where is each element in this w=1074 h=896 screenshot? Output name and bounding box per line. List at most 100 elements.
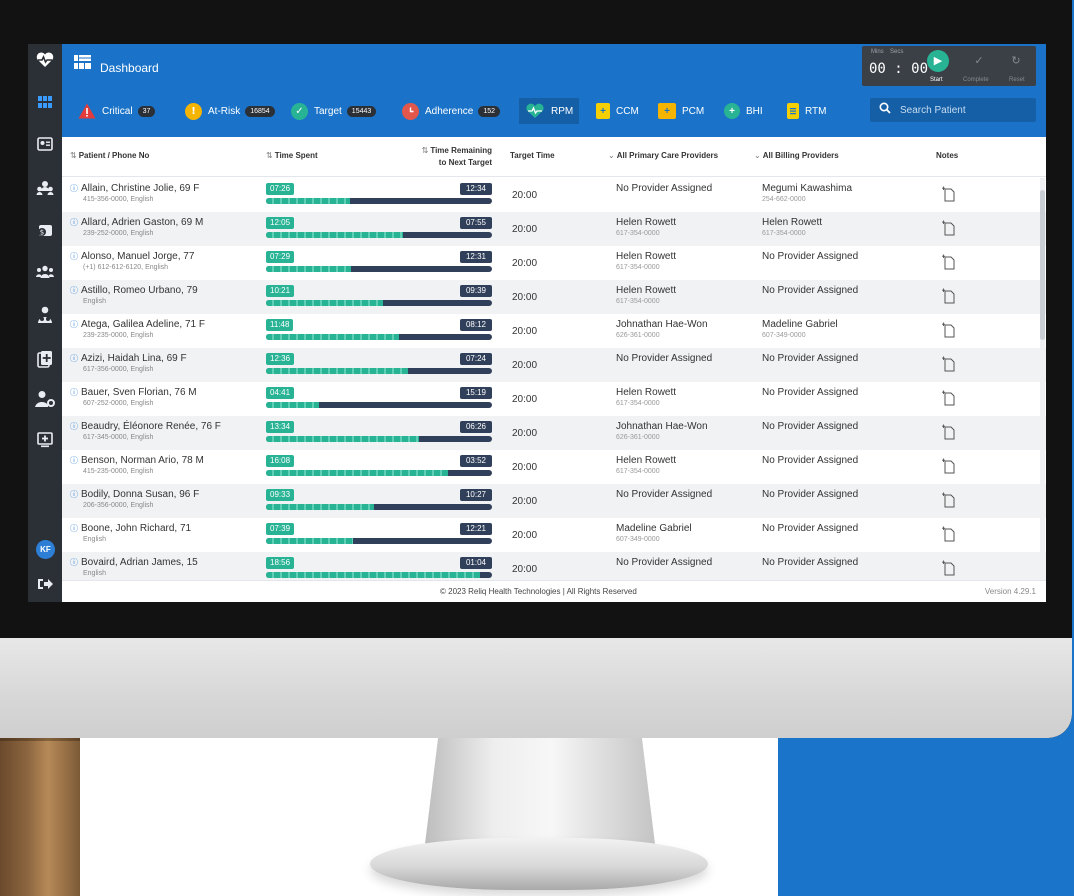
patient-name[interactable]: ⓘ Benson, Norman Ario, 78 M bbox=[70, 455, 204, 466]
info-icon[interactable]: ⓘ bbox=[70, 354, 78, 363]
info-icon[interactable]: ⓘ bbox=[70, 422, 78, 431]
user-avatar[interactable]: KF bbox=[36, 540, 55, 559]
add-note-icon[interactable] bbox=[942, 424, 955, 440]
add-note-icon[interactable] bbox=[942, 288, 955, 304]
add-note-icon[interactable] bbox=[942, 356, 955, 372]
patient-name[interactable]: ⓘ Alonso, Manuel Jorge, 77 bbox=[70, 251, 194, 262]
filter-at-risk[interactable]: ! At-Risk 16854 bbox=[185, 100, 275, 122]
info-icon[interactable]: ⓘ bbox=[70, 320, 78, 329]
patient-card-icon[interactable] bbox=[35, 136, 55, 156]
patient-name-text[interactable]: Beaudry, Éléonore Renée, 76 F bbox=[81, 421, 221, 432]
table-row[interactable]: ⓘ Atega, Galilea Adeline, 71 F 239-235-000… bbox=[62, 314, 1046, 348]
col-billing-providers[interactable]: ⌄ All Billing Providers bbox=[754, 151, 839, 160]
monitor-plus-icon[interactable] bbox=[35, 432, 55, 452]
groups-icon[interactable] bbox=[35, 264, 55, 284]
filter-critical[interactable]: Critical 37 bbox=[78, 100, 156, 122]
patient-name-text[interactable]: Azizi, Haidah Lina, 69 F bbox=[81, 353, 187, 364]
patient-glasses-icon[interactable] bbox=[35, 306, 55, 326]
add-note-icon[interactable] bbox=[942, 322, 955, 338]
info-icon[interactable]: ⓘ bbox=[70, 218, 78, 227]
info-icon[interactable]: ⓘ bbox=[70, 490, 78, 499]
billing-provider: No Provider Assigned bbox=[762, 285, 859, 296]
patient-name[interactable]: ⓘ Bauer, Sven Florian, 76 M bbox=[70, 387, 197, 398]
patient-name-text[interactable]: Bodily, Donna Susan, 96 F bbox=[81, 489, 199, 500]
billing-provider: No Provider Assigned bbox=[762, 251, 859, 262]
search-input[interactable] bbox=[900, 102, 1030, 118]
col-time-remaining[interactable]: ⇅ Time Remaining to Next Target bbox=[412, 145, 492, 169]
table-row[interactable]: ⓘ Bovaird, Adrian James, 15 English 18:56 01… bbox=[62, 552, 1046, 580]
table-row[interactable]: ⓘ Azizi, Haidah Lina, 69 F 617-356-0000, E… bbox=[62, 348, 1046, 382]
add-note-icon[interactable] bbox=[942, 492, 955, 508]
filter-target[interactable]: ✓ Target 15443 bbox=[291, 100, 377, 122]
user-settings-icon[interactable] bbox=[35, 390, 55, 410]
care-team-icon[interactable] bbox=[35, 180, 55, 200]
complete-check-icon[interactable]: ✓ bbox=[968, 50, 990, 72]
billing-provider-phone: 607-349-0000 bbox=[762, 332, 806, 339]
info-icon[interactable]: ⓘ bbox=[70, 456, 78, 465]
add-note-icon[interactable] bbox=[942, 526, 955, 542]
info-icon[interactable]: ⓘ bbox=[70, 558, 78, 567]
col-patient[interactable]: ⇅ Patient / Phone No bbox=[70, 151, 149, 160]
info-icon[interactable]: ⓘ bbox=[70, 252, 78, 261]
patient-name[interactable]: ⓘ Allain, Christine Jolie, 69 F bbox=[70, 183, 199, 194]
start-timer-button[interactable]: ▶ bbox=[927, 50, 949, 72]
billing-icon[interactable]: $ bbox=[35, 222, 55, 242]
table-row[interactable]: ⓘ Bodily, Donna Susan, 96 F 206-356-0000, … bbox=[62, 484, 1046, 518]
table-row[interactable]: ⓘ Boone, John Richard, 71 English 07:39 12:2… bbox=[62, 518, 1046, 552]
add-note-icon[interactable] bbox=[942, 220, 955, 236]
add-note-icon[interactable] bbox=[942, 254, 955, 270]
add-note-icon[interactable] bbox=[942, 458, 955, 474]
patient-name-text[interactable]: Atega, Galilea Adeline, 71 F bbox=[81, 319, 205, 330]
search-icon[interactable] bbox=[879, 102, 891, 117]
tab-bhi[interactable]: + BHI bbox=[718, 98, 769, 124]
logo-icon[interactable] bbox=[35, 50, 55, 70]
table-row[interactable]: ⓘ Allard, Adrien Gaston, 69 M 239-252-0000… bbox=[62, 212, 1046, 246]
tab-rpm[interactable]: RPM bbox=[519, 98, 580, 124]
patient-name[interactable]: ⓘ Astillo, Romeo Urbano, 79 bbox=[70, 285, 198, 296]
patient-name-text[interactable]: Allain, Christine Jolie, 69 F bbox=[81, 183, 199, 194]
patient-name[interactable]: ⓘ Atega, Galilea Adeline, 71 F bbox=[70, 319, 205, 330]
table-row[interactable]: ⓘ Astillo, Romeo Urbano, 79 English 10:21 09… bbox=[62, 280, 1046, 314]
table-scrollbar[interactable] bbox=[1040, 178, 1045, 580]
info-icon[interactable]: ⓘ bbox=[70, 286, 78, 295]
col-primary-providers[interactable]: ⌄ All Primary Care Providers bbox=[608, 151, 718, 160]
patient-name[interactable]: ⓘ Boone, John Richard, 71 bbox=[70, 523, 191, 534]
table-row[interactable]: ⓘ Allain, Christine Jolie, 69 F 415-356-00… bbox=[62, 178, 1046, 212]
table-row[interactable]: ⓘ Bauer, Sven Florian, 76 M 607-252-0000, … bbox=[62, 382, 1046, 416]
col-time-spent[interactable]: ⇅ Time Spent bbox=[266, 151, 318, 160]
time-progress-bar bbox=[266, 232, 492, 238]
table-row[interactable]: ⓘ Benson, Norman Ario, 78 M 415-235-0000, … bbox=[62, 450, 1046, 484]
patient-name-text[interactable]: Alonso, Manuel Jorge, 77 bbox=[81, 251, 194, 262]
add-note-icon[interactable] bbox=[942, 186, 955, 202]
primary-provider: Helen Rowett bbox=[616, 251, 677, 262]
tab-rtm[interactable]: RTM bbox=[781, 98, 832, 124]
patient-name[interactable]: ⓘ Beaudry, Éléonore Renée, 76 F bbox=[70, 421, 221, 432]
patient-name-text[interactable]: Astillo, Romeo Urbano, 79 bbox=[81, 285, 198, 296]
patient-name-text[interactable]: Boone, John Richard, 71 bbox=[81, 523, 191, 534]
patient-name-text[interactable]: Benson, Norman Ario, 78 M bbox=[81, 455, 204, 466]
patient-name-text[interactable]: Bauer, Sven Florian, 76 M bbox=[81, 387, 197, 398]
patient-name[interactable]: ⓘ Bodily, Donna Susan, 96 F bbox=[70, 489, 199, 500]
add-record-icon[interactable] bbox=[35, 350, 55, 370]
info-icon[interactable]: ⓘ bbox=[70, 388, 78, 397]
add-note-icon[interactable] bbox=[942, 560, 955, 576]
info-icon[interactable]: ⓘ bbox=[70, 184, 78, 193]
add-note-icon[interactable] bbox=[942, 390, 955, 406]
table-row[interactable]: ⓘ Beaudry, Éléonore Renée, 76 F 617-345-00… bbox=[62, 416, 1046, 450]
info-icon[interactable]: ⓘ bbox=[70, 524, 78, 533]
tab-ccm[interactable]: + CCM bbox=[590, 98, 645, 124]
scrollbar-thumb[interactable] bbox=[1040, 190, 1045, 340]
dashboard-icon[interactable] bbox=[35, 94, 55, 114]
time-progress-fill bbox=[266, 334, 399, 340]
patient-name[interactable]: ⓘ Azizi, Haidah Lina, 69 F bbox=[70, 353, 187, 364]
patient-name[interactable]: ⓘ Allard, Adrien Gaston, 69 M bbox=[70, 217, 203, 228]
time-spent-badge: 10:21 bbox=[266, 285, 295, 297]
patient-name[interactable]: ⓘ Bovaird, Adrian James, 15 bbox=[70, 557, 198, 568]
tab-pcm[interactable]: + PCM bbox=[652, 98, 710, 124]
table-row[interactable]: ⓘ Alonso, Manuel Jorge, 77 (+1) 612-612-61… bbox=[62, 246, 1046, 280]
patient-name-text[interactable]: Allard, Adrien Gaston, 69 M bbox=[81, 217, 203, 228]
logout-icon[interactable] bbox=[35, 576, 55, 596]
filter-adherence[interactable]: Adherence 152 bbox=[402, 100, 501, 122]
reset-icon[interactable]: ↻ bbox=[1005, 50, 1027, 72]
patient-name-text[interactable]: Bovaird, Adrian James, 15 bbox=[81, 557, 198, 568]
